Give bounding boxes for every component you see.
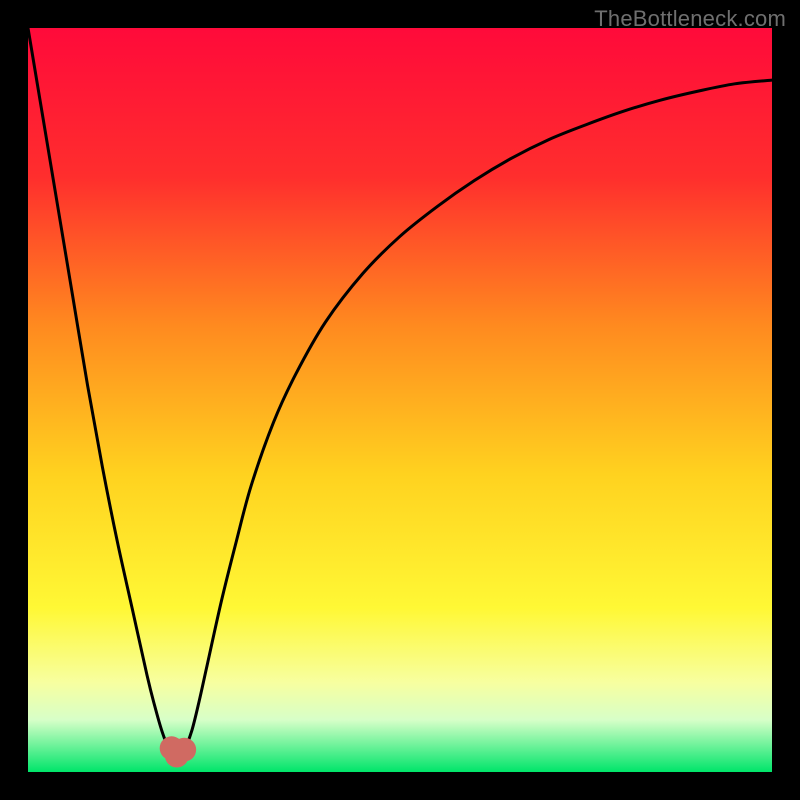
chart-svg [28, 28, 772, 772]
chart-plot-area [28, 28, 772, 772]
chart-frame: TheBottleneck.com [0, 0, 800, 800]
watermark-text: TheBottleneck.com [594, 6, 786, 32]
min-marker-right [172, 738, 196, 762]
chart-background-gradient [28, 28, 772, 772]
